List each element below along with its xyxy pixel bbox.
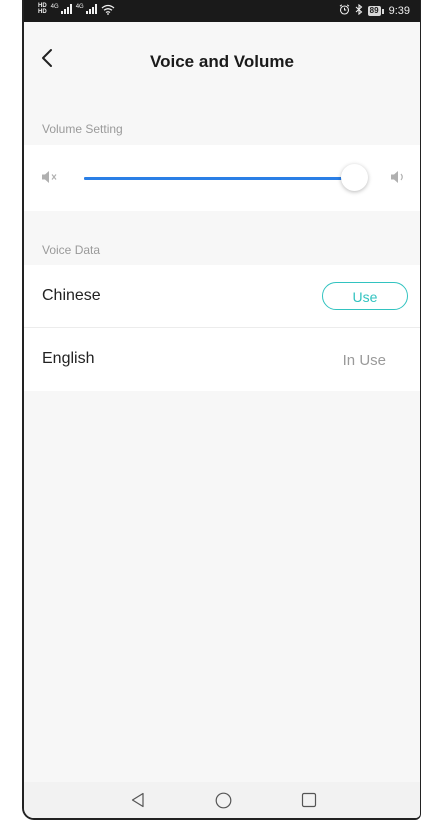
volume-row: [24, 145, 420, 211]
voice-name-english: English: [42, 350, 95, 367]
signal-strength-1-icon: 4G: [51, 4, 72, 14]
hd-indicator: HD HD: [38, 3, 47, 15]
battery-level: 89: [367, 6, 381, 16]
speaker-mute-icon[interactable]: [41, 170, 59, 189]
list-item: English In Use: [24, 328, 420, 391]
signal-2-label: 4G: [75, 4, 84, 10]
status-bar: HD HD 4G 4G 89 9:39: [24, 0, 420, 22]
hd-bottom-label: HD: [38, 9, 47, 15]
voice-list: Chinese Use English In Use: [24, 265, 420, 391]
signal-strength-2-icon: 4G: [76, 4, 97, 14]
signal-1-label: 4G: [50, 4, 59, 10]
circle-home-icon[interactable]: [215, 792, 232, 814]
status-time: 9:39: [388, 5, 410, 17]
page-title: Voice and Volume: [150, 52, 294, 71]
navigation-bar: [24, 782, 420, 818]
alarm-icon: [339, 4, 350, 18]
use-button[interactable]: Use: [322, 282, 408, 310]
voice-name-chinese: Chinese: [42, 287, 101, 304]
speaker-volume-icon[interactable]: [390, 170, 408, 189]
square-recent-icon[interactable]: [301, 792, 317, 813]
volume-section-label: Volume Setting: [42, 122, 123, 136]
battery-icon: 89: [367, 6, 384, 16]
phone-frame: HD HD 4G 4G 89 9:39 Voice and Volume Vol…: [22, 0, 421, 820]
volume-slider[interactable]: [84, 164, 368, 191]
voice-section-label: Voice Data: [42, 243, 101, 257]
volume-slider-fill: [84, 177, 354, 180]
list-item: Chinese Use: [24, 265, 420, 328]
wifi-icon: [101, 4, 115, 15]
status-left: HD HD 4G 4G: [38, 3, 115, 15]
triangle-back-icon[interactable]: [130, 792, 146, 813]
bluetooth-icon: [355, 3, 363, 18]
header: Voice and Volume: [24, 22, 420, 92]
volume-slider-thumb[interactable]: [341, 164, 368, 191]
in-use-label: In Use: [342, 352, 386, 369]
status-right: 89 9:39: [339, 3, 410, 18]
